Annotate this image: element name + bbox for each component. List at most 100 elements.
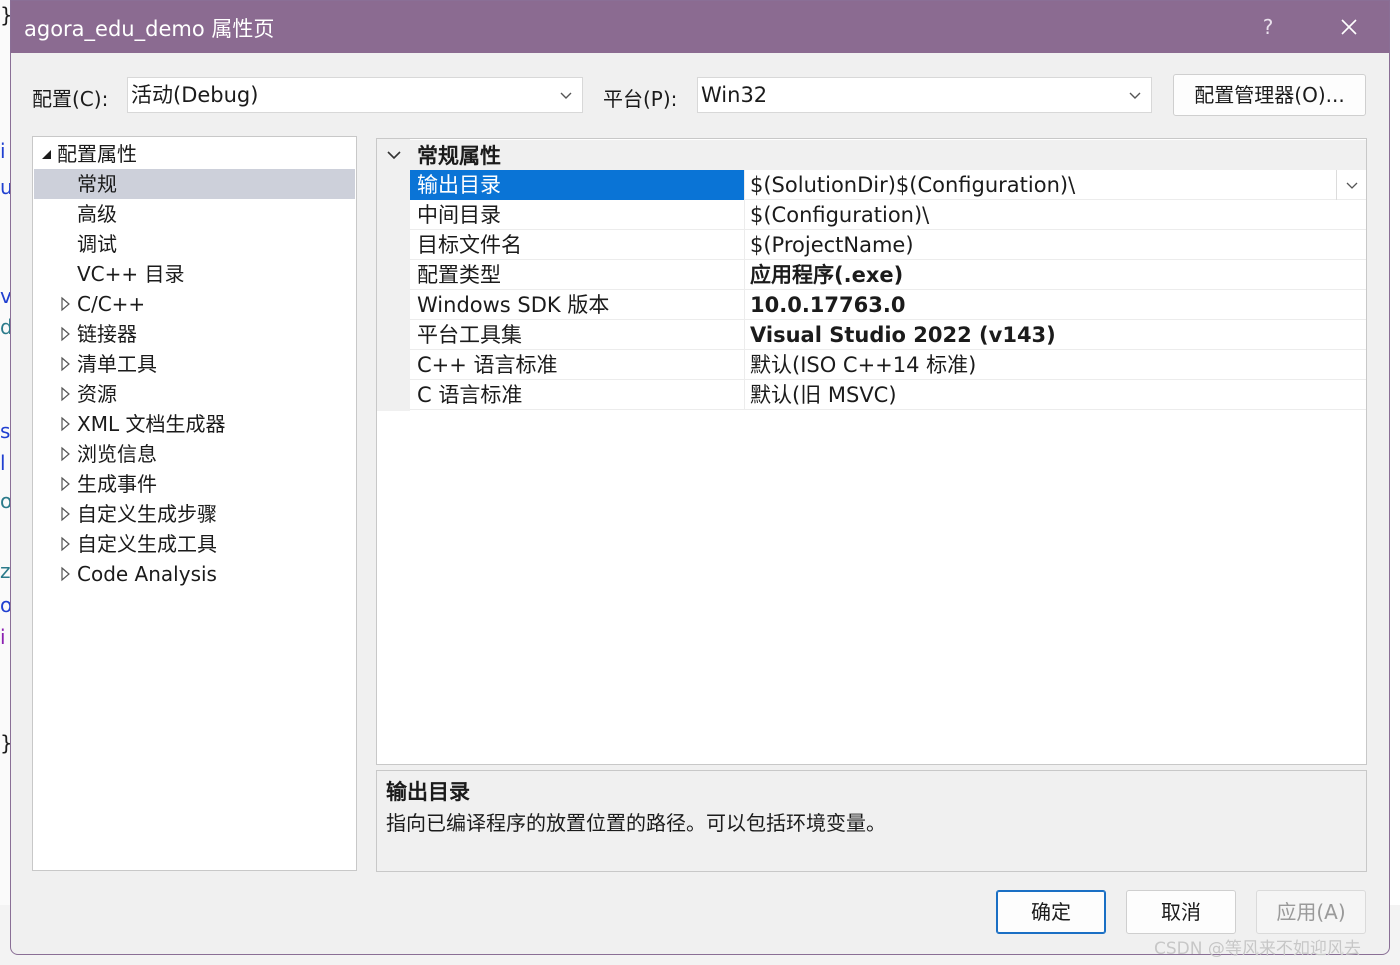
property-row[interactable]: C 语言标准 默认(旧 MSVC) [410, 380, 1366, 410]
property-grid: 常规属性 输出目录 $(SolutionDir)$(Configuration)\… [376, 138, 1367, 765]
tree-item-label: 清单工具 [77, 352, 157, 376]
close-icon [1341, 19, 1357, 35]
property-name[interactable]: C 语言标准 [410, 380, 744, 410]
property-row[interactable]: 平台工具集 Visual Studio 2022 (v143) [410, 320, 1366, 350]
expanded-triangle-icon[interactable] [40, 139, 54, 169]
property-value[interactable]: 默认(旧 MSVC) [744, 380, 1366, 410]
tree-item-label: 链接器 [77, 322, 137, 346]
tree-item-label: 调试 [77, 232, 117, 256]
property-row[interactable]: 中间目录 $(Configuration)\ [410, 200, 1366, 230]
property-value[interactable]: Visual Studio 2022 (v143) [744, 320, 1366, 350]
description-text: 指向已编译程序的放置位置的路径。可以包括环境变量。 [386, 811, 886, 835]
configuration-label: 配置(C): [32, 87, 109, 111]
property-row[interactable]: C++ 语言标准 默认(ISO C++14 标准) [410, 350, 1366, 380]
tree-item[interactable]: 高级 [34, 199, 355, 229]
chevron-down-icon [560, 92, 572, 99]
property-name[interactable]: C++ 语言标准 [410, 350, 744, 380]
tree-item[interactable]: 生成事件 [34, 469, 355, 499]
tree-item[interactable]: Code Analysis [34, 559, 355, 589]
property-name[interactable]: 输出目录 [410, 170, 744, 200]
tree-root-label: 配置属性 [57, 142, 137, 166]
tree-item[interactable]: 链接器 [34, 319, 355, 349]
collapsed-triangle-icon[interactable] [59, 439, 73, 469]
tree-item[interactable]: XML 文档生成器 [34, 409, 355, 439]
platform-dropdown[interactable]: Win32 [697, 77, 1152, 113]
collapsed-triangle-icon[interactable] [59, 529, 73, 559]
property-value[interactable]: 10.0.17763.0 [744, 290, 1366, 320]
tree-item-label: 浏览信息 [77, 442, 157, 466]
tree-item[interactable]: VC++ 目录 [34, 259, 355, 289]
tree-item[interactable]: 资源 [34, 379, 355, 409]
property-value-text: $(Configuration)\ [750, 203, 930, 227]
chevron-down-icon [1346, 182, 1358, 189]
tree-item-label: VC++ 目录 [77, 262, 185, 286]
property-value[interactable]: 默认(ISO C++14 标准) [744, 350, 1366, 380]
property-value-text: Visual Studio 2022 (v143) [750, 323, 1056, 347]
property-value-text: 10.0.17763.0 [750, 293, 906, 317]
property-name[interactable]: Windows SDK 版本 [410, 290, 744, 320]
help-button[interactable]: ? [1251, 7, 1285, 47]
value-dropdown-button[interactable] [1336, 170, 1366, 200]
tree-item-label: 常规 [77, 172, 117, 196]
configuration-value: 活动(Debug) [131, 83, 259, 107]
property-value[interactable]: $(SolutionDir)$(Configuration)\ [744, 170, 1366, 200]
property-name[interactable]: 中间目录 [410, 200, 744, 230]
tree-item[interactable]: 清单工具 [34, 349, 355, 379]
tree-item-label: 高级 [77, 202, 117, 226]
property-row[interactable]: 输出目录 $(SolutionDir)$(Configuration)\ [410, 170, 1366, 200]
tree-item-label: 资源 [77, 382, 117, 406]
close-button[interactable] [1329, 7, 1369, 47]
configuration-manager-button[interactable]: 配置管理器(O)... [1173, 74, 1366, 116]
tree-item[interactable]: 常规 [34, 169, 355, 199]
collapsed-triangle-icon[interactable] [59, 559, 73, 589]
collapsed-triangle-icon[interactable] [59, 379, 73, 409]
tree-item-label: Code Analysis [77, 562, 217, 586]
property-value-text: $(ProjectName) [750, 233, 914, 257]
collapsed-triangle-icon[interactable] [59, 499, 73, 529]
tree-item-label: 生成事件 [77, 472, 157, 496]
property-value-text: 应用程序(.exe) [750, 263, 904, 287]
category-label: 常规属性 [417, 144, 501, 168]
property-value-text: $(SolutionDir)$(Configuration)\ [750, 173, 1076, 197]
collapsed-triangle-icon[interactable] [59, 409, 73, 439]
tree-item[interactable]: 调试 [34, 229, 355, 259]
property-name[interactable]: 目标文件名 [410, 230, 744, 260]
collapsed-triangle-icon[interactable] [59, 319, 73, 349]
property-value-text: 默认(旧 MSVC) [750, 383, 897, 407]
collapsed-triangle-icon[interactable] [59, 289, 73, 319]
property-value[interactable]: 应用程序(.exe) [744, 260, 1366, 290]
collapsed-triangle-icon[interactable] [59, 349, 73, 379]
property-row[interactable]: 目标文件名 $(ProjectName) [410, 230, 1366, 260]
property-name[interactable]: 配置类型 [410, 260, 744, 290]
tree-item-label: 自定义生成步骤 [77, 502, 217, 526]
property-value[interactable]: $(ProjectName) [744, 230, 1366, 260]
configuration-dropdown[interactable]: 活动(Debug) [127, 77, 583, 113]
platform-label: 平台(P): [603, 87, 678, 111]
tree-item[interactable]: C/C++ [34, 289, 355, 319]
title-bar: agora_edu_demo 属性页 ? [11, 1, 1389, 53]
watermark-text: CSDN @等风来不如迎风去 [1154, 939, 1361, 959]
tree-root-item[interactable]: 配置属性 [34, 139, 355, 169]
cancel-button[interactable]: 取消 [1126, 890, 1236, 934]
chevron-down-icon [1129, 92, 1141, 99]
apply-button[interactable]: 应用(A) [1256, 890, 1366, 934]
property-row[interactable]: 配置类型 应用程序(.exe) [410, 260, 1366, 290]
collapsed-triangle-icon[interactable] [59, 469, 73, 499]
category-row[interactable]: 常规属性 [377, 140, 1366, 170]
tree-item[interactable]: 浏览信息 [34, 439, 355, 469]
tree-item-label: C/C++ [77, 292, 146, 316]
platform-value: Win32 [701, 83, 768, 107]
property-name[interactable]: 平台工具集 [410, 320, 744, 350]
property-value[interactable]: $(Configuration)\ [744, 200, 1366, 230]
chevron-down-icon[interactable] [386, 147, 402, 163]
ok-button[interactable]: 确定 [996, 890, 1106, 934]
property-value-text: 默认(ISO C++14 标准) [750, 353, 977, 377]
tree-item[interactable]: 自定义生成工具 [34, 529, 355, 559]
tree-item[interactable]: 自定义生成步骤 [34, 499, 355, 529]
tree-item-label: 自定义生成工具 [77, 532, 217, 556]
property-pages-dialog: agora_edu_demo 属性页 ? 配置(C): 活动(Debug) 平台… [10, 0, 1390, 955]
property-row[interactable]: Windows SDK 版本 10.0.17763.0 [410, 290, 1366, 320]
property-tree: 配置属性 常规高级调试 VC++ 目录 C/C++ 链接器清单工具资源 XML 文档生成… [32, 136, 357, 871]
tree-item-label: XML 文档生成器 [77, 412, 226, 436]
window-title: agora_edu_demo 属性页 [24, 17, 275, 41]
